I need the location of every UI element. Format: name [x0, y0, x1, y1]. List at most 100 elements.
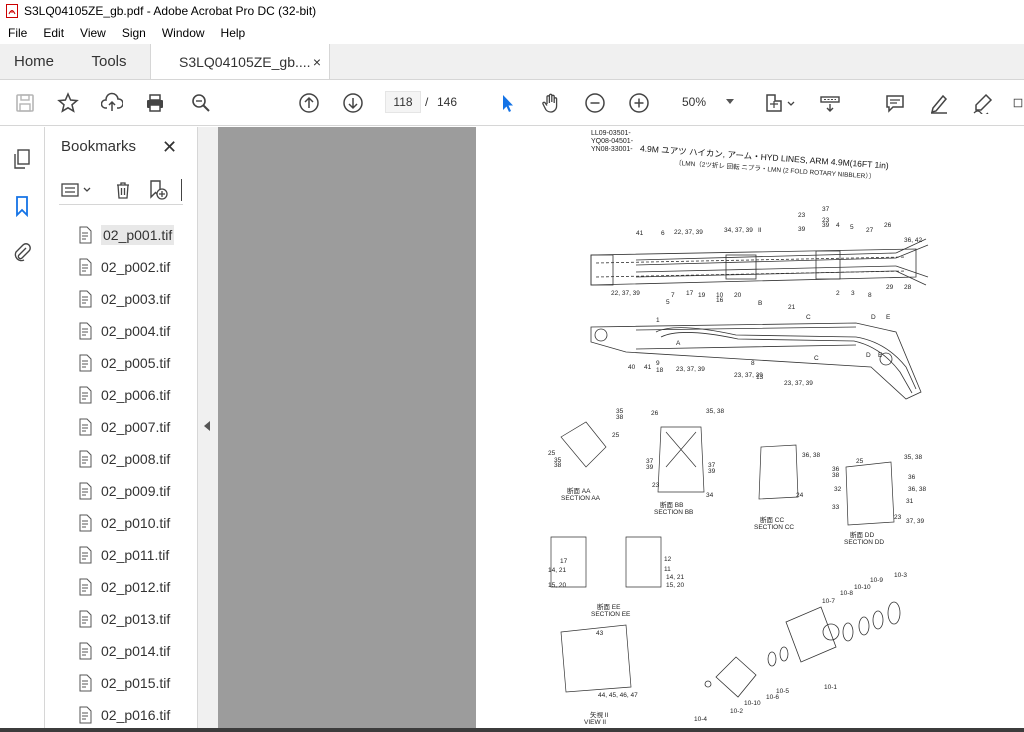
bookmark-page-icon [79, 706, 92, 724]
section-labels: 断面 AASECTION AA断面 BBSECTION BB断面 CCSECTI… [548, 206, 926, 726]
comment-icon[interactable] [882, 90, 908, 116]
prev-page-icon[interactable] [296, 90, 322, 116]
callout-number: 5 [666, 299, 670, 306]
zoom-search-icon[interactable] [188, 90, 214, 116]
document-viewer[interactable]: LL09-03501- YQ08-04501- YN08-33001- 4.9M… [218, 127, 1024, 732]
tab-document[interactable]: S3LQ04105ZE_gb.... × [150, 44, 330, 79]
callout-number: 10-1 [824, 684, 837, 691]
bookmark-item[interactable]: 02_p009.tif [59, 475, 175, 507]
tab-home[interactable]: Home [0, 44, 68, 79]
menu-sign[interactable]: Sign [114, 26, 154, 40]
bookmark-item[interactable]: 02_p002.tif [59, 251, 175, 283]
bookmark-item[interactable]: 02_p016.tif [59, 699, 175, 729]
zoom-out-icon[interactable] [582, 90, 608, 116]
collapse-panel-handle[interactable] [198, 127, 218, 732]
callout-number: 8 [868, 292, 872, 299]
callout-number: 23 [894, 514, 902, 521]
more-tools-icon[interactable] [1012, 90, 1024, 116]
callout-number: 31 [906, 498, 914, 505]
close-panel-icon[interactable]: ✕ [162, 137, 177, 158]
callout-number: E [886, 314, 891, 321]
bookmark-item[interactable]: 02_p004.tif [59, 315, 175, 347]
callout-number: 23, 37, 39 [676, 366, 705, 373]
bookmark-item[interactable]: 02_p006.tif [59, 379, 175, 411]
hand-icon[interactable] [538, 90, 564, 116]
bookmark-item[interactable]: 02_p008.tif [59, 443, 175, 475]
bookmark-item[interactable]: 02_p015.tif [59, 667, 175, 699]
section-label: 断面 AA [567, 486, 591, 495]
delete-bookmark-icon[interactable] [111, 179, 135, 201]
select-cursor-icon[interactable] [494, 90, 520, 116]
page-separator: / [425, 95, 429, 109]
callout-number: 25 [612, 432, 620, 439]
callout-number: 41 [644, 364, 652, 371]
callout-number: 27 [866, 227, 874, 234]
callout-number: 1 [656, 317, 660, 324]
bookmark-page-icon [79, 642, 92, 660]
bookmark-label: 02_p014.tif [101, 643, 171, 659]
bookmark-item[interactable]: 02_p011.tif [59, 539, 175, 571]
page-thumbnails-icon[interactable] [10, 147, 34, 171]
window-title: S3LQ04105ZE_gb.pdf - Adobe Acrobat Pro D… [24, 4, 317, 18]
menu-file[interactable]: File [0, 26, 35, 40]
attachment-icon[interactable] [10, 240, 34, 264]
bookmark-item[interactable]: 02_p007.tif [59, 411, 175, 443]
panel-toolbar [59, 175, 183, 205]
bookmark-label: 02_p012.tif [101, 579, 171, 595]
bookmark-item[interactable]: 02_p012.tif [59, 571, 175, 603]
callout-number: 14, 21 [666, 574, 684, 581]
callout-number: 13 [756, 374, 764, 381]
doc-code-line: YQ08-04501- [591, 138, 634, 145]
next-page-icon[interactable] [340, 90, 366, 116]
bookmark-item[interactable]: 02_p014.tif [59, 635, 175, 667]
new-bookmark-icon[interactable] [145, 179, 169, 201]
callout-number: 10-9 [870, 577, 883, 584]
callout-number: 39 [708, 468, 716, 475]
bookmark-item[interactable]: 02_p010.tif [59, 507, 175, 539]
bookmark-label: 02_p001.tif [101, 225, 175, 245]
callout-number: 23 [798, 212, 806, 219]
callout-number: II [758, 227, 762, 234]
bookmark-icon[interactable] [10, 194, 34, 218]
callout-number: 11 [664, 566, 671, 573]
bookmark-label: 02_p004.tif [101, 323, 171, 339]
zoom-in-icon[interactable] [626, 90, 652, 116]
bookmark-label: 02_p015.tif [101, 675, 171, 691]
menu-view[interactable]: View [72, 26, 114, 40]
bookmark-page-icon [79, 578, 92, 596]
acrobat-pdf-icon [6, 4, 18, 18]
bookmark-label: 02_p008.tif [101, 451, 171, 467]
menu-help[interactable]: Help [213, 26, 254, 40]
tab-document-label: S3LQ04105ZE_gb.... [179, 53, 311, 70]
bookmark-page-icon [79, 482, 92, 500]
fit-page-icon[interactable] [762, 90, 798, 116]
zoom-select[interactable]: 50% [668, 91, 742, 113]
tab-tools[interactable]: Tools [68, 44, 150, 79]
callout-number: 9 [656, 360, 660, 367]
section-label: 矢視 II [590, 710, 609, 719]
scroll-mode-icon[interactable] [817, 90, 843, 116]
page-number-input[interactable]: 118 [385, 91, 421, 113]
options-menu-icon[interactable] [59, 179, 95, 201]
menu-edit[interactable]: Edit [35, 26, 72, 40]
highlight-icon[interactable] [926, 90, 952, 116]
bookmark-item[interactable]: 02_p013.tif [59, 603, 175, 635]
chevron-down-icon [726, 99, 734, 104]
menu-window[interactable]: Window [154, 26, 213, 40]
bookmark-item[interactable]: 02_p005.tif [59, 347, 175, 379]
star-icon[interactable] [55, 90, 81, 116]
sign-icon[interactable] [970, 90, 996, 116]
upload-icon[interactable] [99, 90, 125, 116]
close-tab-icon[interactable]: × [313, 54, 321, 70]
section-label: VIEW II [584, 719, 606, 726]
save-icon[interactable] [12, 90, 38, 116]
callout-number: 2 [836, 290, 840, 297]
print-icon[interactable] [142, 90, 168, 116]
bookmark-item[interactable]: 02_p001.tif [59, 219, 175, 251]
callout-number: 15, 20 [548, 582, 566, 589]
bookmark-page-icon [79, 514, 92, 532]
bookmark-item[interactable]: 02_p003.tif [59, 283, 175, 315]
bookmark-page-icon [79, 610, 92, 628]
callout-number: 38 [616, 414, 624, 421]
callout-number: 21 [788, 304, 796, 311]
